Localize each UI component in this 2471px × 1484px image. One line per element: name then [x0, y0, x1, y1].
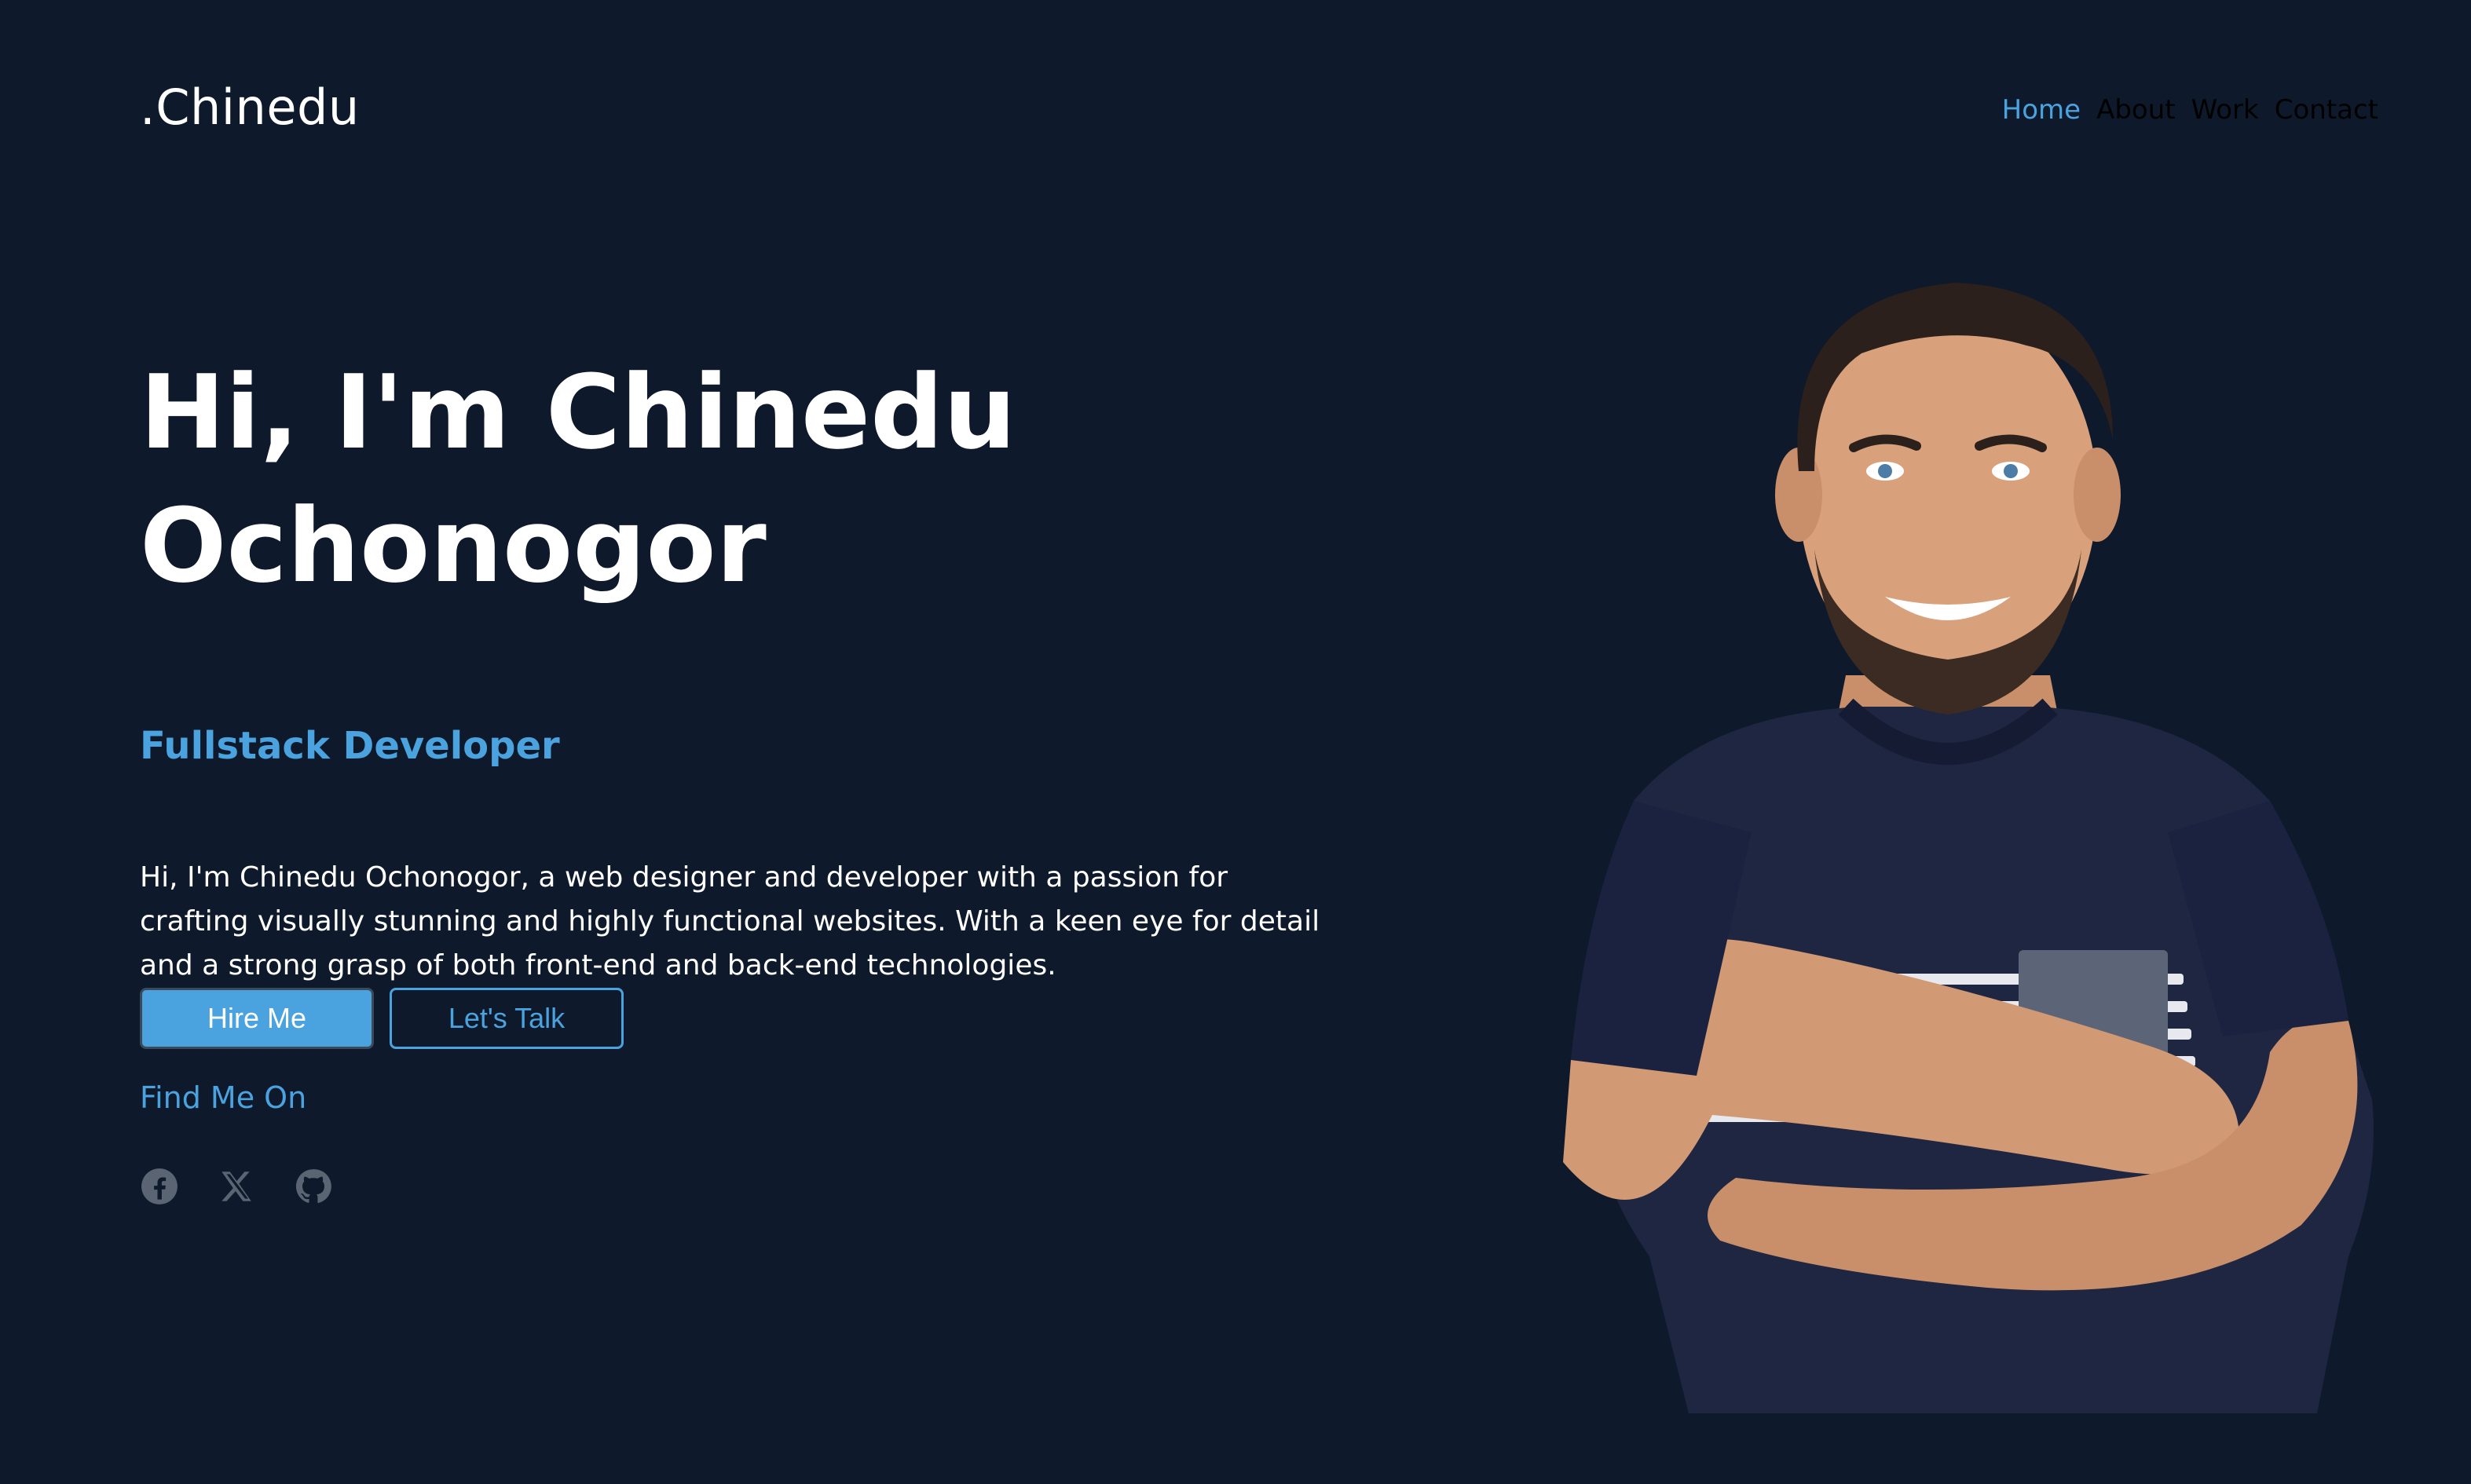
hero-description: Hi, I'm Chinedu Ochonogor, a web designe…	[140, 861, 1320, 981]
hero-title: Hi, I'm Chinedu Ochonogor	[140, 345, 1318, 612]
hero-title-line1: Hi, I'm Chinedu	[140, 353, 1016, 472]
github-icon[interactable]	[294, 1167, 333, 1206]
social-links	[140, 1167, 333, 1206]
main-nav: Home About Work Contact	[2002, 94, 2378, 126]
hire-me-button[interactable]: Hire Me	[140, 988, 374, 1049]
find-me-on-label: Find Me On	[140, 1080, 307, 1115]
x-icon[interactable]	[217, 1167, 256, 1206]
nav-work[interactable]: Work	[2191, 94, 2259, 126]
hero-role: Fullstack Developer	[140, 724, 560, 768]
facebook-icon[interactable]	[140, 1167, 179, 1206]
profile-photo	[1516, 236, 2388, 1413]
nav-about[interactable]: About	[2096, 94, 2176, 126]
nav-home[interactable]: Home	[2002, 94, 2081, 126]
brand-logo[interactable]: .Chinedu	[140, 79, 360, 136]
lets-talk-button[interactable]: Let's Talk	[390, 988, 624, 1049]
hero-title-line2: Ochonogor	[140, 486, 767, 605]
nav-contact[interactable]: Contact	[2275, 94, 2378, 126]
